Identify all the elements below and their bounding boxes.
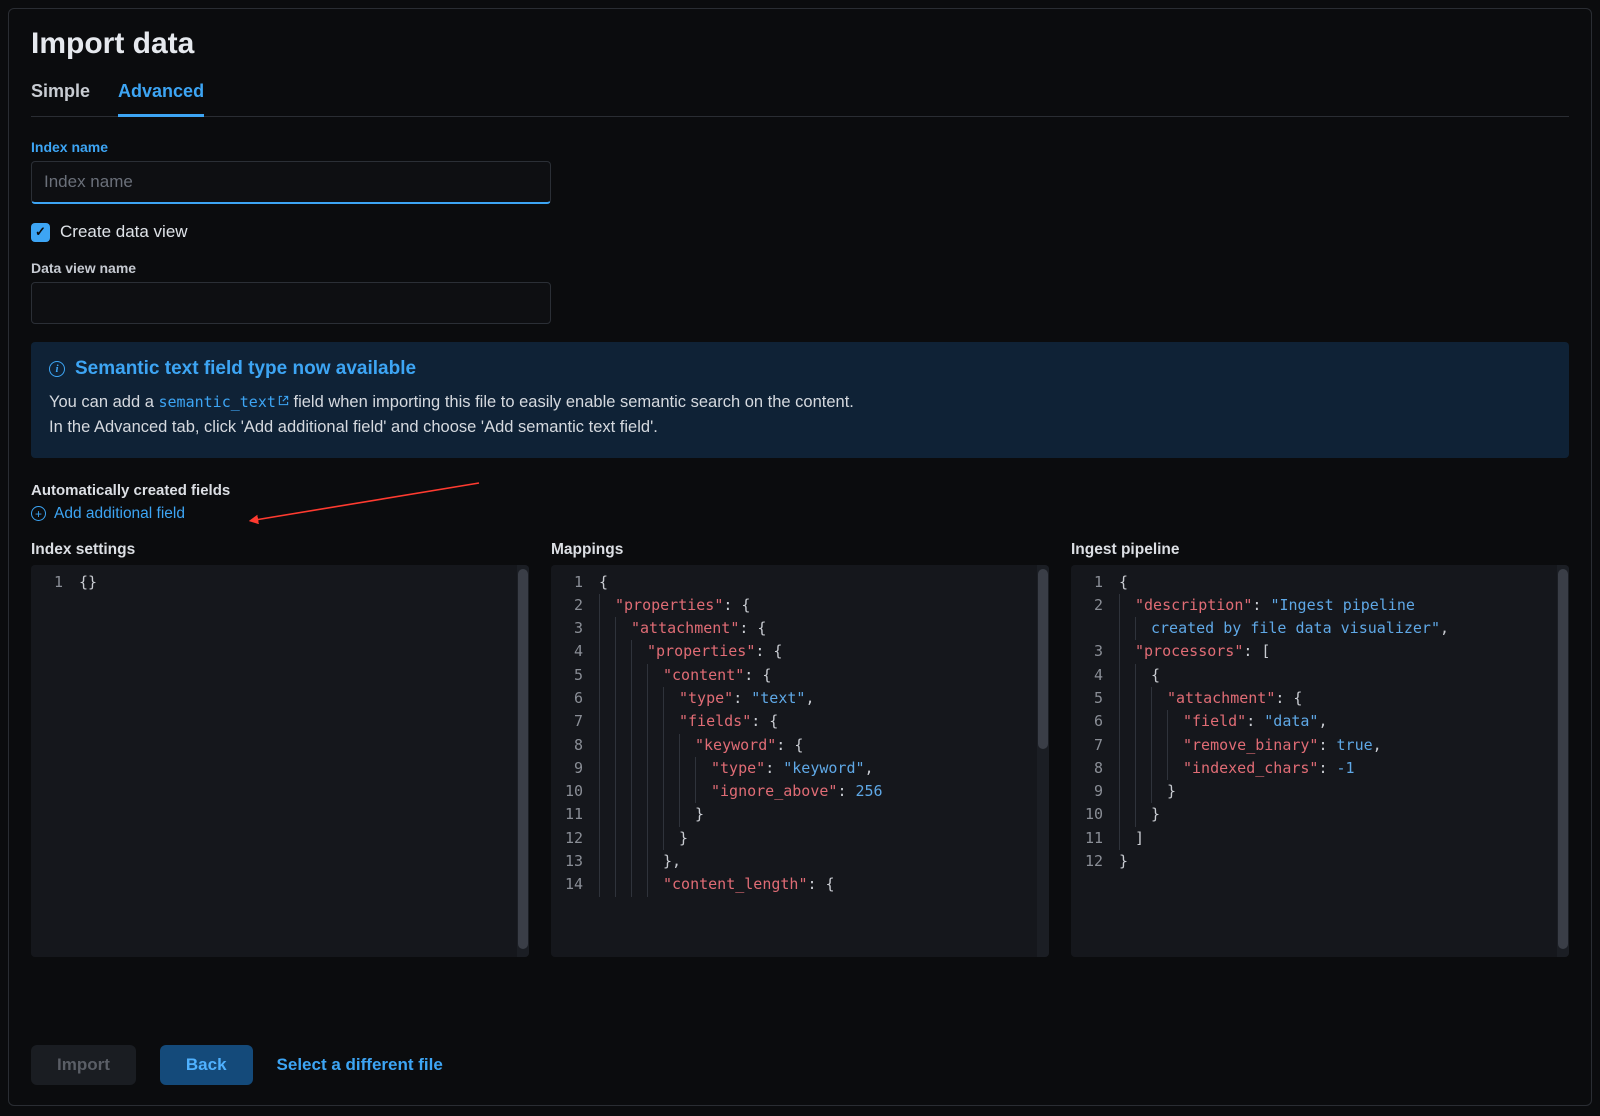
callout-title: Semantic text field type now available <box>75 358 416 380</box>
index-name-input[interactable] <box>31 161 551 204</box>
scrollbar[interactable] <box>1037 565 1049 957</box>
plus-circle-icon: + <box>31 506 46 521</box>
auto-fields-label: Automatically created fields <box>31 482 1569 499</box>
import-button[interactable]: Import <box>31 1045 136 1085</box>
semantic-text-link[interactable]: semantic_text <box>159 393 289 411</box>
page-title: Import data <box>31 27 1569 61</box>
add-additional-field-button[interactable]: + Add additional field <box>31 505 1569 523</box>
index-name-label: Index name <box>31 139 1569 155</box>
mappings-title: Mappings <box>551 541 1049 559</box>
back-button[interactable]: Back <box>160 1045 253 1085</box>
scrollbar[interactable] <box>517 565 529 957</box>
add-field-label: Add additional field <box>54 505 185 523</box>
callout-body: You can add a semantic_text field when i… <box>49 390 1551 440</box>
index-settings-editor[interactable]: 1 {} <box>31 565 529 957</box>
ingest-pipeline-editor[interactable]: 123456789101112 {"description": "Ingest … <box>1071 565 1569 957</box>
tab-simple[interactable]: Simple <box>31 73 90 117</box>
data-view-name-label: Data view name <box>31 260 1569 276</box>
select-different-file-link[interactable]: Select a different file <box>277 1055 443 1075</box>
data-view-name-input[interactable] <box>31 282 551 324</box>
tabs: Simple Advanced <box>31 73 1569 117</box>
ingest-pipeline-title: Ingest pipeline <box>1071 541 1569 559</box>
semantic-text-callout: i Semantic text field type now available… <box>31 342 1569 458</box>
index-settings-title: Index settings <box>31 541 529 559</box>
info-icon: i <box>49 361 65 377</box>
tab-advanced[interactable]: Advanced <box>118 73 204 117</box>
create-data-view-checkbox[interactable]: ✓ <box>31 223 50 242</box>
mappings-editor[interactable]: 1234567891011121314 {"properties": {"att… <box>551 565 1049 957</box>
footer: Import Back Select a different file <box>31 1045 443 1085</box>
create-data-view-label: Create data view <box>60 222 188 242</box>
external-link-icon <box>278 395 289 406</box>
scrollbar[interactable] <box>1557 565 1569 957</box>
